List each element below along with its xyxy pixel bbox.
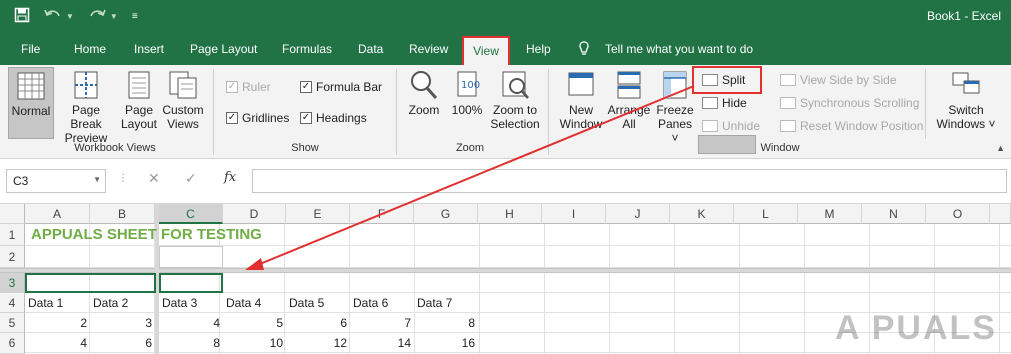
annotation-arrow bbox=[245, 85, 695, 270]
arrow-line bbox=[254, 85, 695, 267]
arrow-head bbox=[245, 258, 264, 270]
